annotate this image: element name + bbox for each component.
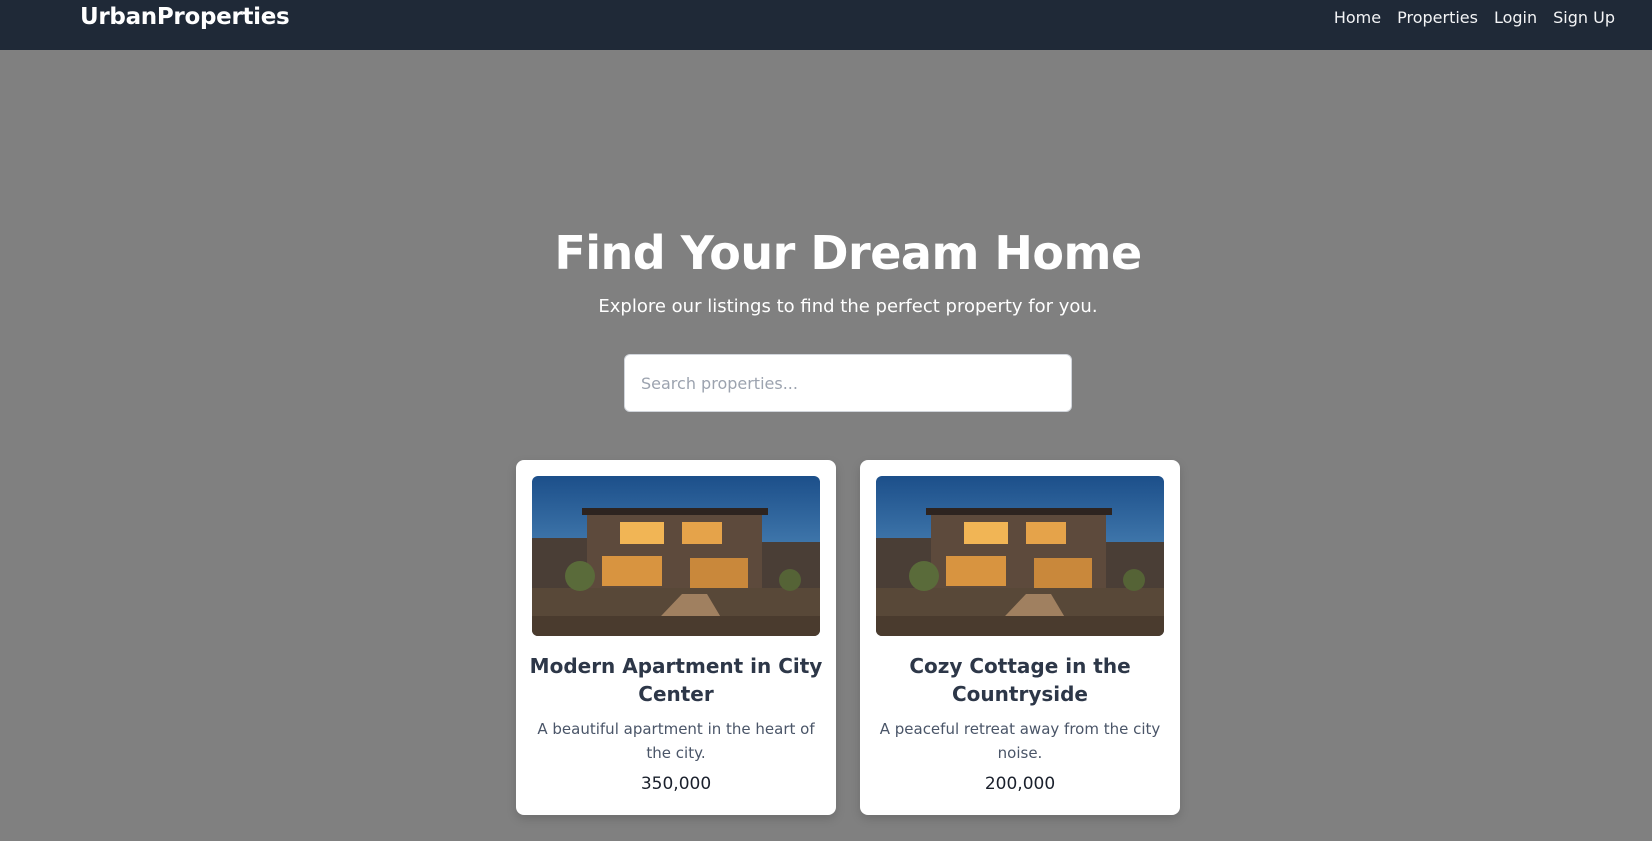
hero-title: Find Your Dream Home [554,226,1142,280]
property-title: Cozy Cottage in the Countryside [909,654,1131,706]
property-price: 200,000 [984,774,1056,794]
property-title: Modern Apartment in City Center [529,654,823,706]
hero-subtitle: Explore our listings to find the perfect… [598,296,1098,317]
property-price: 350,000 [640,774,712,794]
property-card[interactable]: Modern Apartment in City Center A beauti… [516,460,836,815]
nav-link-login[interactable]: Login [1494,8,1537,27]
navbar: UrbanProperties Home Properties Login Si… [0,0,1652,50]
property-description: A peaceful retreat away from the city no… [879,720,1161,762]
property-card[interactable]: Cozy Cottage in the Countryside A peacef… [860,460,1180,815]
nav-link-signup[interactable]: Sign Up [1553,8,1615,27]
property-image [876,476,1164,636]
nav-link-home[interactable]: Home [1334,8,1381,27]
nav-links: Home Properties Login Sign Up [1334,8,1615,27]
search-input[interactable] [624,354,1072,412]
property-image [532,476,820,636]
nav-link-properties[interactable]: Properties [1397,8,1478,27]
property-description: A beautiful apartment in the heart of th… [537,720,815,762]
brand-logo[interactable]: UrbanProperties [80,4,290,30]
